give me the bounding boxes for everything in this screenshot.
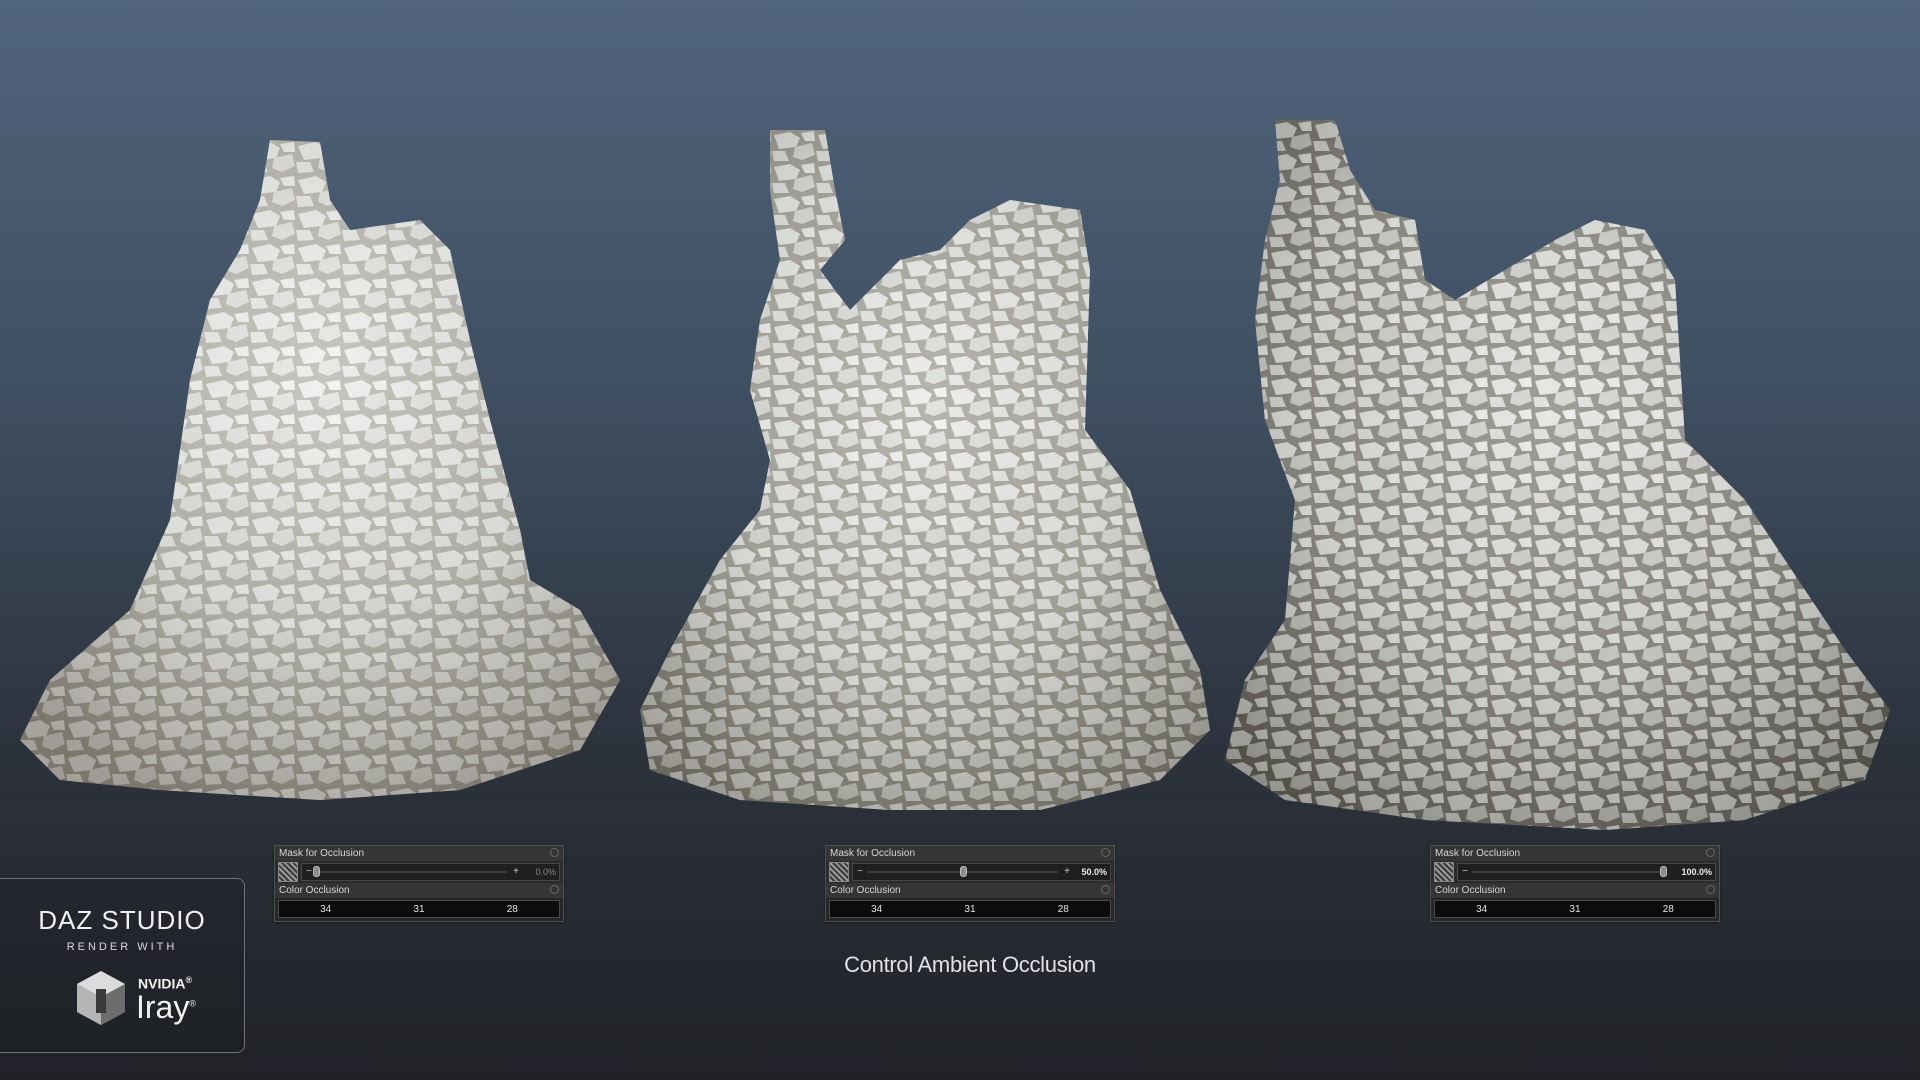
gear-icon[interactable] (1101, 848, 1110, 857)
color-red-value[interactable]: 34 (1435, 904, 1528, 915)
registered-mark: ® (185, 975, 193, 985)
color-occlusion-label: Color Occlusion (279, 885, 350, 896)
mask-for-occlusion-label: Mask for Occlusion (1435, 848, 1521, 859)
render-with-label: RENDER WITH (66, 941, 178, 953)
rock-pile-image (20, 140, 620, 800)
slider-knob[interactable] (313, 866, 320, 877)
mask-for-occlusion-row: − + 0.0% (275, 861, 563, 883)
daz-iray-logo: DAZ STUDIO RENDER WITH NVIDIA® Iray® (0, 878, 245, 1053)
iray-text: Iray (136, 989, 190, 1025)
color-green-value[interactable]: 31 (372, 904, 465, 915)
color-red-value[interactable]: 34 (279, 904, 372, 915)
gear-icon[interactable] (550, 885, 559, 894)
caption: Control Ambient Occlusion (844, 952, 1096, 977)
color-occlusion-field[interactable]: 34 31 28 (1434, 900, 1716, 918)
minus-icon[interactable]: − (1460, 864, 1470, 880)
rock-pile-image (1225, 120, 1890, 830)
color-blue-value[interactable]: 28 (466, 904, 559, 915)
gear-icon[interactable] (1101, 885, 1110, 894)
color-occlusion-header: Color Occlusion (275, 883, 563, 898)
gear-icon[interactable] (550, 848, 559, 857)
mask-for-occlusion-label: Mask for Occlusion (830, 848, 916, 859)
mask-for-occlusion-slider[interactable]: − + 50.0% (852, 863, 1111, 881)
mask-for-occlusion-slider[interactable]: − + 0.0% (301, 863, 560, 881)
slider-rail (1472, 871, 1663, 873)
slider-knob[interactable] (959, 866, 967, 877)
gear-icon[interactable] (1706, 848, 1715, 857)
iray-cube-icon (77, 971, 125, 1025)
mask-for-occlusion-slider[interactable]: − + 100.0% (1457, 863, 1716, 881)
occlusion-panel-right: Mask for Occlusion − + 100.0% Color Occl… (1430, 845, 1720, 922)
iray-label: Iray® (136, 989, 196, 1026)
color-green-value[interactable]: 31 (923, 904, 1016, 915)
color-red-value[interactable]: 34 (830, 904, 923, 915)
color-occlusion-label: Color Occlusion (1435, 885, 1506, 896)
texture-map-icon[interactable] (829, 862, 849, 882)
daz-studio-title: DAZ STUDIO (38, 905, 206, 935)
slider-value[interactable]: 100.0% (1681, 864, 1712, 880)
slider-rail (316, 871, 507, 873)
color-occlusion-header: Color Occlusion (826, 883, 1114, 898)
texture-map-icon[interactable] (278, 862, 298, 882)
mask-for-occlusion-row: − + 50.0% (826, 861, 1114, 883)
slider-knob[interactable] (1660, 866, 1667, 877)
slider-value[interactable]: 50.0% (1081, 864, 1107, 880)
mask-for-occlusion-header: Mask for Occlusion (1431, 846, 1719, 861)
mask-for-occlusion-label: Mask for Occlusion (279, 848, 365, 859)
mask-for-occlusion-row: − + 100.0% (1431, 861, 1719, 883)
occlusion-panel-middle: Mask for Occlusion − + 50.0% Color Occlu… (825, 845, 1115, 922)
mask-for-occlusion-header: Mask for Occlusion (275, 846, 563, 861)
color-blue-value[interactable]: 28 (1622, 904, 1715, 915)
color-occlusion-label: Color Occlusion (830, 885, 901, 896)
rock-pile-render-middle (640, 130, 1240, 820)
rock-pile-render-left (20, 140, 640, 810)
color-green-value[interactable]: 31 (1528, 904, 1621, 915)
color-occlusion-field[interactable]: 34 31 28 (278, 900, 560, 918)
color-occlusion-header: Color Occlusion (1431, 883, 1719, 898)
mask-for-occlusion-header: Mask for Occlusion (826, 846, 1114, 861)
slider-value[interactable]: 0.0% (535, 864, 556, 880)
color-blue-value[interactable]: 28 (1017, 904, 1110, 915)
occlusion-panel-left: Mask for Occlusion − + 0.0% Color Occlus… (274, 845, 564, 922)
texture-map-icon[interactable] (1434, 862, 1454, 882)
rock-pile-image (640, 130, 1210, 810)
plus-icon[interactable]: + (1062, 864, 1072, 880)
minus-icon[interactable]: − (855, 864, 865, 880)
color-occlusion-field[interactable]: 34 31 28 (829, 900, 1111, 918)
registered-mark: ® (189, 998, 196, 1009)
plus-icon[interactable]: + (511, 864, 521, 880)
gear-icon[interactable] (1706, 885, 1715, 894)
rock-pile-render-right (1225, 120, 1905, 830)
